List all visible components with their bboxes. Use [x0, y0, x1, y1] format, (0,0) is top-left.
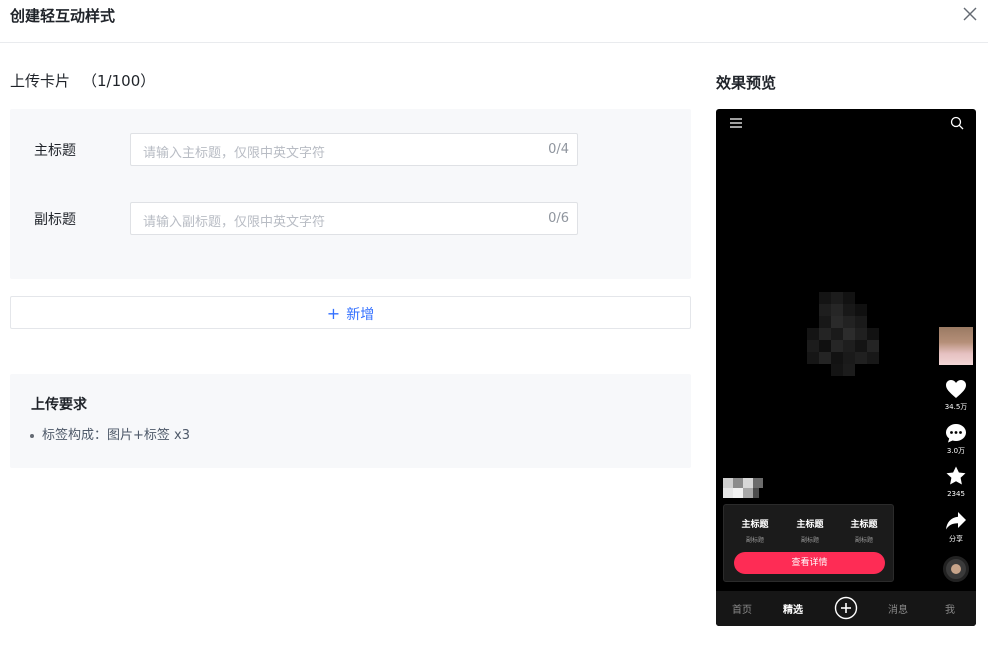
light-interaction-card: 主标题 副标题 主标题 副标题 主标题 副标题 查看详情 [723, 504, 894, 582]
upload-section-title: 上传卡片 （1/100） [10, 70, 155, 91]
add-card-label: 新增 [346, 307, 375, 323]
bullet-icon [30, 433, 34, 438]
dialog-header: 创建轻互动样式 [0, 0, 988, 43]
close-icon[interactable] [962, 6, 978, 22]
card-item[interactable]: 主标题 副标题 [730, 517, 780, 544]
favorites-count: 2345 [947, 490, 965, 498]
author-name-mosaic [723, 478, 769, 498]
likes-count: 34.5万 [944, 403, 968, 411]
preview-title: 效果预览 [716, 74, 777, 92]
star-icon[interactable] [945, 466, 967, 486]
subtitle-placeholder: 请输入副标题，仅限中英文字符 [143, 215, 326, 230]
main-title-counter: 0/4 [548, 142, 569, 157]
plus-icon: + [326, 304, 341, 323]
main-title-row: 主标题 请输入主标题，仅限中英文字符 0/4 [10, 133, 691, 167]
main-title-placeholder: 请输入主标题，仅限中英文字符 [143, 146, 326, 161]
subtitle-row: 副标题 请输入副标题，仅限中英文字符 0/6 [10, 202, 691, 236]
music-disc-icon[interactable] [943, 556, 969, 582]
card-item-subtitle: 副标题 [854, 537, 873, 544]
upload-requirements: 上传要求 标签构成：图片+标签 x3 [10, 374, 691, 468]
share-icon[interactable] [945, 511, 967, 531]
requirements-title: 上传要求 [31, 397, 87, 413]
card-item[interactable]: 主标题 副标题 [839, 517, 889, 544]
main-title-label: 主标题 [34, 143, 76, 159]
card-item-title: 主标题 [741, 520, 769, 530]
author-avatar[interactable] [939, 327, 973, 365]
upload-count: （1/100） [82, 72, 156, 90]
subtitle-counter: 0/6 [548, 211, 569, 226]
card-item-title: 主标题 [850, 520, 878, 530]
requirement-item: 标签构成：图片+标签 x3 [30, 424, 190, 443]
share-label: 分享 [949, 535, 963, 543]
comment-icon[interactable] [945, 423, 967, 443]
tab-messages[interactable]: 消息 [888, 601, 908, 616]
requirement-text: 标签构成：图片+标签 x3 [42, 428, 190, 443]
menu-icon [730, 118, 742, 128]
add-card-button[interactable]: + 新增 [10, 296, 691, 329]
bottom-tab-bar: 首页 精选 消息 我 [716, 591, 976, 626]
subtitle-input[interactable]: 请输入副标题，仅限中英文字符 0/6 [130, 202, 578, 235]
video-mosaic [807, 292, 879, 376]
card-item-subtitle: 副标题 [745, 537, 764, 544]
main-title-input[interactable]: 请输入主标题，仅限中英文字符 0/4 [130, 133, 578, 166]
card-item[interactable]: 主标题 副标题 [785, 517, 835, 544]
heart-icon[interactable] [945, 379, 967, 399]
card-item-title: 主标题 [796, 520, 824, 530]
dialog-title: 创建轻互动样式 [10, 7, 116, 25]
comments-count: 3.0万 [946, 447, 966, 455]
phone-preview: 34.5万 3.0万 2345 分享 主标题 副标题 主标题 副标题 主标题 副… [716, 109, 976, 626]
tab-home[interactable]: 首页 [732, 601, 752, 616]
card-form: 主标题 请输入主标题，仅限中英文字符 0/4 副标题 请输入副标题，仅限中英文字… [10, 109, 691, 279]
card-item-subtitle: 副标题 [800, 537, 819, 544]
tab-featured[interactable]: 精选 [783, 601, 803, 616]
upload-title: 上传卡片 [10, 72, 71, 90]
view-details-button[interactable]: 查看详情 [734, 552, 885, 574]
subtitle-label: 副标题 [34, 212, 76, 228]
create-plus-icon[interactable] [834, 596, 858, 620]
search-icon [950, 116, 964, 130]
tab-me[interactable]: 我 [945, 601, 955, 616]
